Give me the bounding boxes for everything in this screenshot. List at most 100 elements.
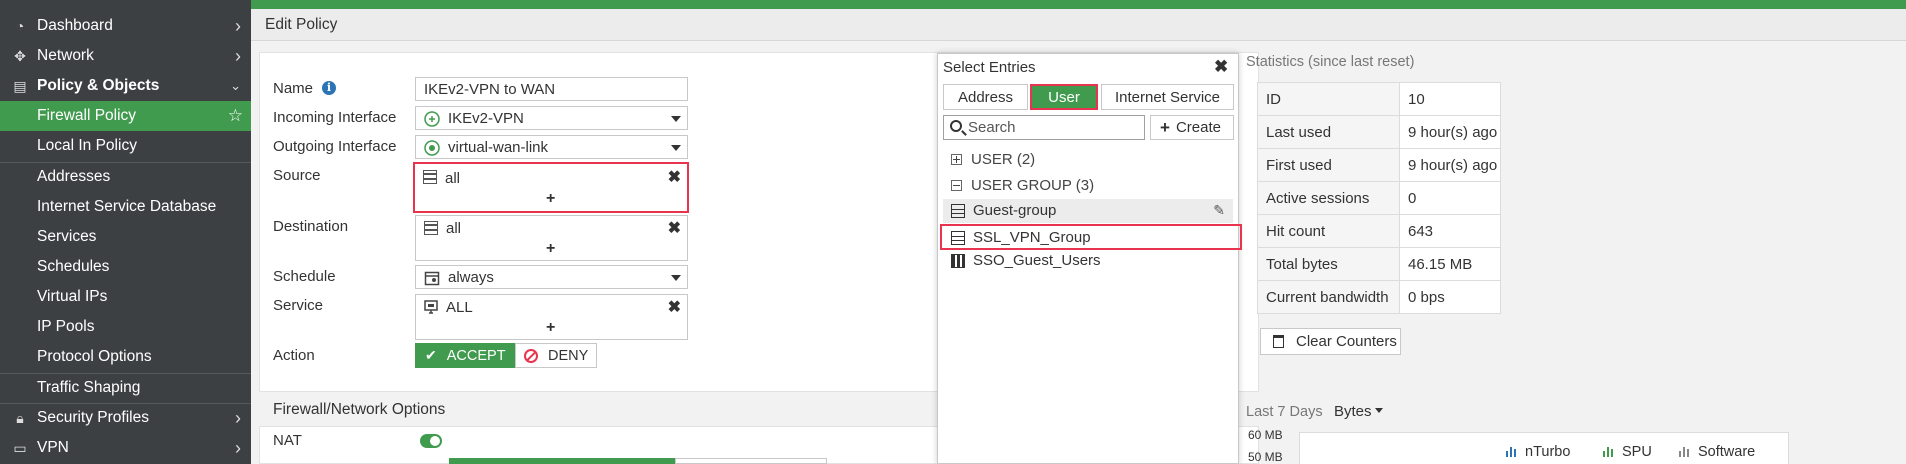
tab-address[interactable]: Address: [943, 84, 1028, 110]
caret-down-icon: [671, 275, 681, 281]
search-box[interactable]: [943, 115, 1145, 140]
table-row: Hit count 643: [1257, 214, 1501, 248]
edit-icon[interactable]: ✎: [1213, 202, 1225, 219]
list-item[interactable]: SSO_Guest_Users: [943, 249, 1233, 273]
accept-button[interactable]: ✔ ACCEPT: [415, 343, 515, 368]
caret-down-icon: [671, 145, 681, 151]
star-icon[interactable]: ☆: [228, 106, 243, 126]
remove-icon[interactable]: ✖: [668, 297, 681, 317]
policy-icon: ▤: [13, 77, 27, 94]
sidebar-item-local-in-policy[interactable]: Local In Policy: [0, 131, 251, 161]
sidebar-item-vpn[interactable]: ▭ VPN ›: [0, 433, 251, 463]
remove-icon[interactable]: ✖: [668, 218, 681, 238]
tab-internet-service[interactable]: Internet Service: [1101, 84, 1234, 110]
source-label: Source: [273, 167, 321, 184]
bar-chart-icon: [1679, 447, 1689, 457]
table-row: Total bytes 46.15 MB: [1257, 247, 1501, 281]
caret-down-icon: [1374, 408, 1383, 413]
sidebar-item-security-profiles[interactable]: 🔒︎ Security Profiles ›: [0, 403, 251, 433]
legend-item-spu[interactable]: SPU: [1602, 444, 1652, 460]
list-item[interactable]: Guest-group ✎: [943, 199, 1233, 223]
tab-user[interactable]: User: [1030, 84, 1098, 110]
deny-button[interactable]: DENY: [515, 343, 597, 368]
statistics-table: ID 10 Last used 9 hour(s) ago First used 9 …: [1257, 82, 1501, 314]
ip-pool-option-selected[interactable]: [449, 458, 675, 464]
sidebar: ◔ Dashboard › ✥ Network › ▤ Policy & Obj…: [0, 0, 251, 464]
service-icon: [424, 300, 438, 314]
tunnel-icon: [424, 111, 440, 127]
incoming-interface-label: Incoming Interface: [273, 109, 397, 126]
sidebar-item-policy-objects[interactable]: ▤ Policy & Objects ⌄: [0, 71, 251, 101]
destination-field[interactable]: all ✖ +: [415, 215, 688, 261]
sidebar-item-firewall-policy[interactable]: Firewall Policy ☆: [0, 101, 251, 131]
top-accent-bar: [251, 0, 1906, 9]
destination-label: Destination: [273, 218, 349, 235]
outgoing-interface-select[interactable]: virtual-wan-link: [415, 135, 688, 159]
select-entries-title: Select Entries: [943, 59, 1036, 76]
nat-toggle[interactable]: [420, 434, 442, 448]
nat-label: NAT: [273, 432, 302, 449]
chevron-right-icon: ›: [235, 437, 241, 458]
table-row: ID 10: [1257, 82, 1501, 116]
info-icon[interactable]: i: [322, 81, 336, 95]
plus-icon: +: [1160, 117, 1170, 137]
user-group-icon: [951, 231, 965, 245]
close-icon[interactable]: ✖: [1214, 57, 1228, 77]
collapse-icon: [951, 180, 962, 191]
page-title: Edit Policy: [265, 16, 338, 33]
network-icon: ✥: [14, 47, 26, 64]
sidebar-item-dashboard[interactable]: ◔ Dashboard ›: [0, 11, 251, 41]
caret-down-icon: [671, 116, 681, 122]
user-group-icon: [951, 204, 965, 218]
ban-icon: [524, 348, 538, 363]
list-item[interactable]: SSL_VPN_Group: [940, 224, 1242, 250]
trash-icon: [1273, 335, 1284, 348]
chevron-right-icon: ›: [235, 45, 241, 66]
sidebar-item-addresses[interactable]: Addresses: [0, 162, 251, 192]
sidebar-item-network[interactable]: ✥ Network ›: [0, 41, 251, 71]
bar-chart-icon: [1506, 447, 1516, 457]
legend-item-software[interactable]: Software: [1678, 444, 1755, 460]
address-icon: [424, 221, 438, 235]
group-user[interactable]: USER (2): [951, 151, 1035, 168]
clear-counters-button[interactable]: Clear Counters: [1260, 328, 1401, 355]
remove-icon[interactable]: ✖: [668, 167, 681, 187]
sidebar-item-traffic-shaping[interactable]: Traffic Shaping: [0, 373, 251, 403]
sidebar-item-protocol-options[interactable]: Protocol Options: [0, 342, 251, 372]
schedule-select[interactable]: always: [415, 265, 688, 289]
unit-dropdown[interactable]: Bytes: [1334, 403, 1383, 420]
search-input[interactable]: [968, 118, 1138, 137]
service-field[interactable]: ALL ✖ +: [415, 294, 688, 340]
chevron-right-icon: ›: [235, 407, 241, 428]
sidebar-item-ip-pools[interactable]: IP Pools: [0, 312, 251, 342]
period-label: Last 7 Days: [1246, 404, 1323, 420]
ip-pool-option[interactable]: [675, 458, 827, 464]
schedule-label: Schedule: [273, 268, 336, 285]
create-button[interactable]: + Create: [1150, 115, 1234, 140]
group-user-group[interactable]: USER GROUP (3): [951, 177, 1094, 194]
expand-icon: [951, 154, 962, 165]
address-icon: [423, 170, 437, 184]
name-label: Name: [273, 80, 314, 97]
add-destination-button[interactable]: +: [546, 240, 555, 258]
statistics-title: Statistics (since last reset): [1246, 54, 1415, 70]
source-field[interactable]: all ✖ +: [413, 162, 689, 213]
add-source-button[interactable]: +: [546, 190, 555, 208]
page-header: Edit Policy: [251, 9, 1906, 41]
calendar-icon: [424, 271, 440, 286]
sidebar-item-internet-service-database[interactable]: Internet Service Database: [0, 192, 251, 222]
chevron-down-icon: ⌄: [230, 78, 241, 93]
laptop-icon: ▭: [13, 439, 27, 456]
outgoing-interface-label: Outgoing Interface: [273, 138, 397, 155]
add-service-button[interactable]: +: [546, 319, 555, 337]
incoming-interface-select[interactable]: IKEv2-VPN: [415, 106, 688, 130]
sidebar-item-schedules[interactable]: Schedules: [0, 252, 251, 282]
legend-item-nturbo[interactable]: nTurbo: [1505, 444, 1570, 460]
lock-icon: 🔒︎: [16, 409, 24, 426]
name-field[interactable]: IKEv2-VPN to WAN: [415, 77, 688, 101]
dashboard-icon: ◔: [15, 18, 25, 34]
chevron-right-icon: ›: [235, 15, 241, 36]
sidebar-item-virtual-ips[interactable]: Virtual IPs: [0, 282, 251, 312]
table-row: Active sessions 0: [1257, 181, 1501, 215]
sidebar-item-services[interactable]: Services: [0, 222, 251, 252]
